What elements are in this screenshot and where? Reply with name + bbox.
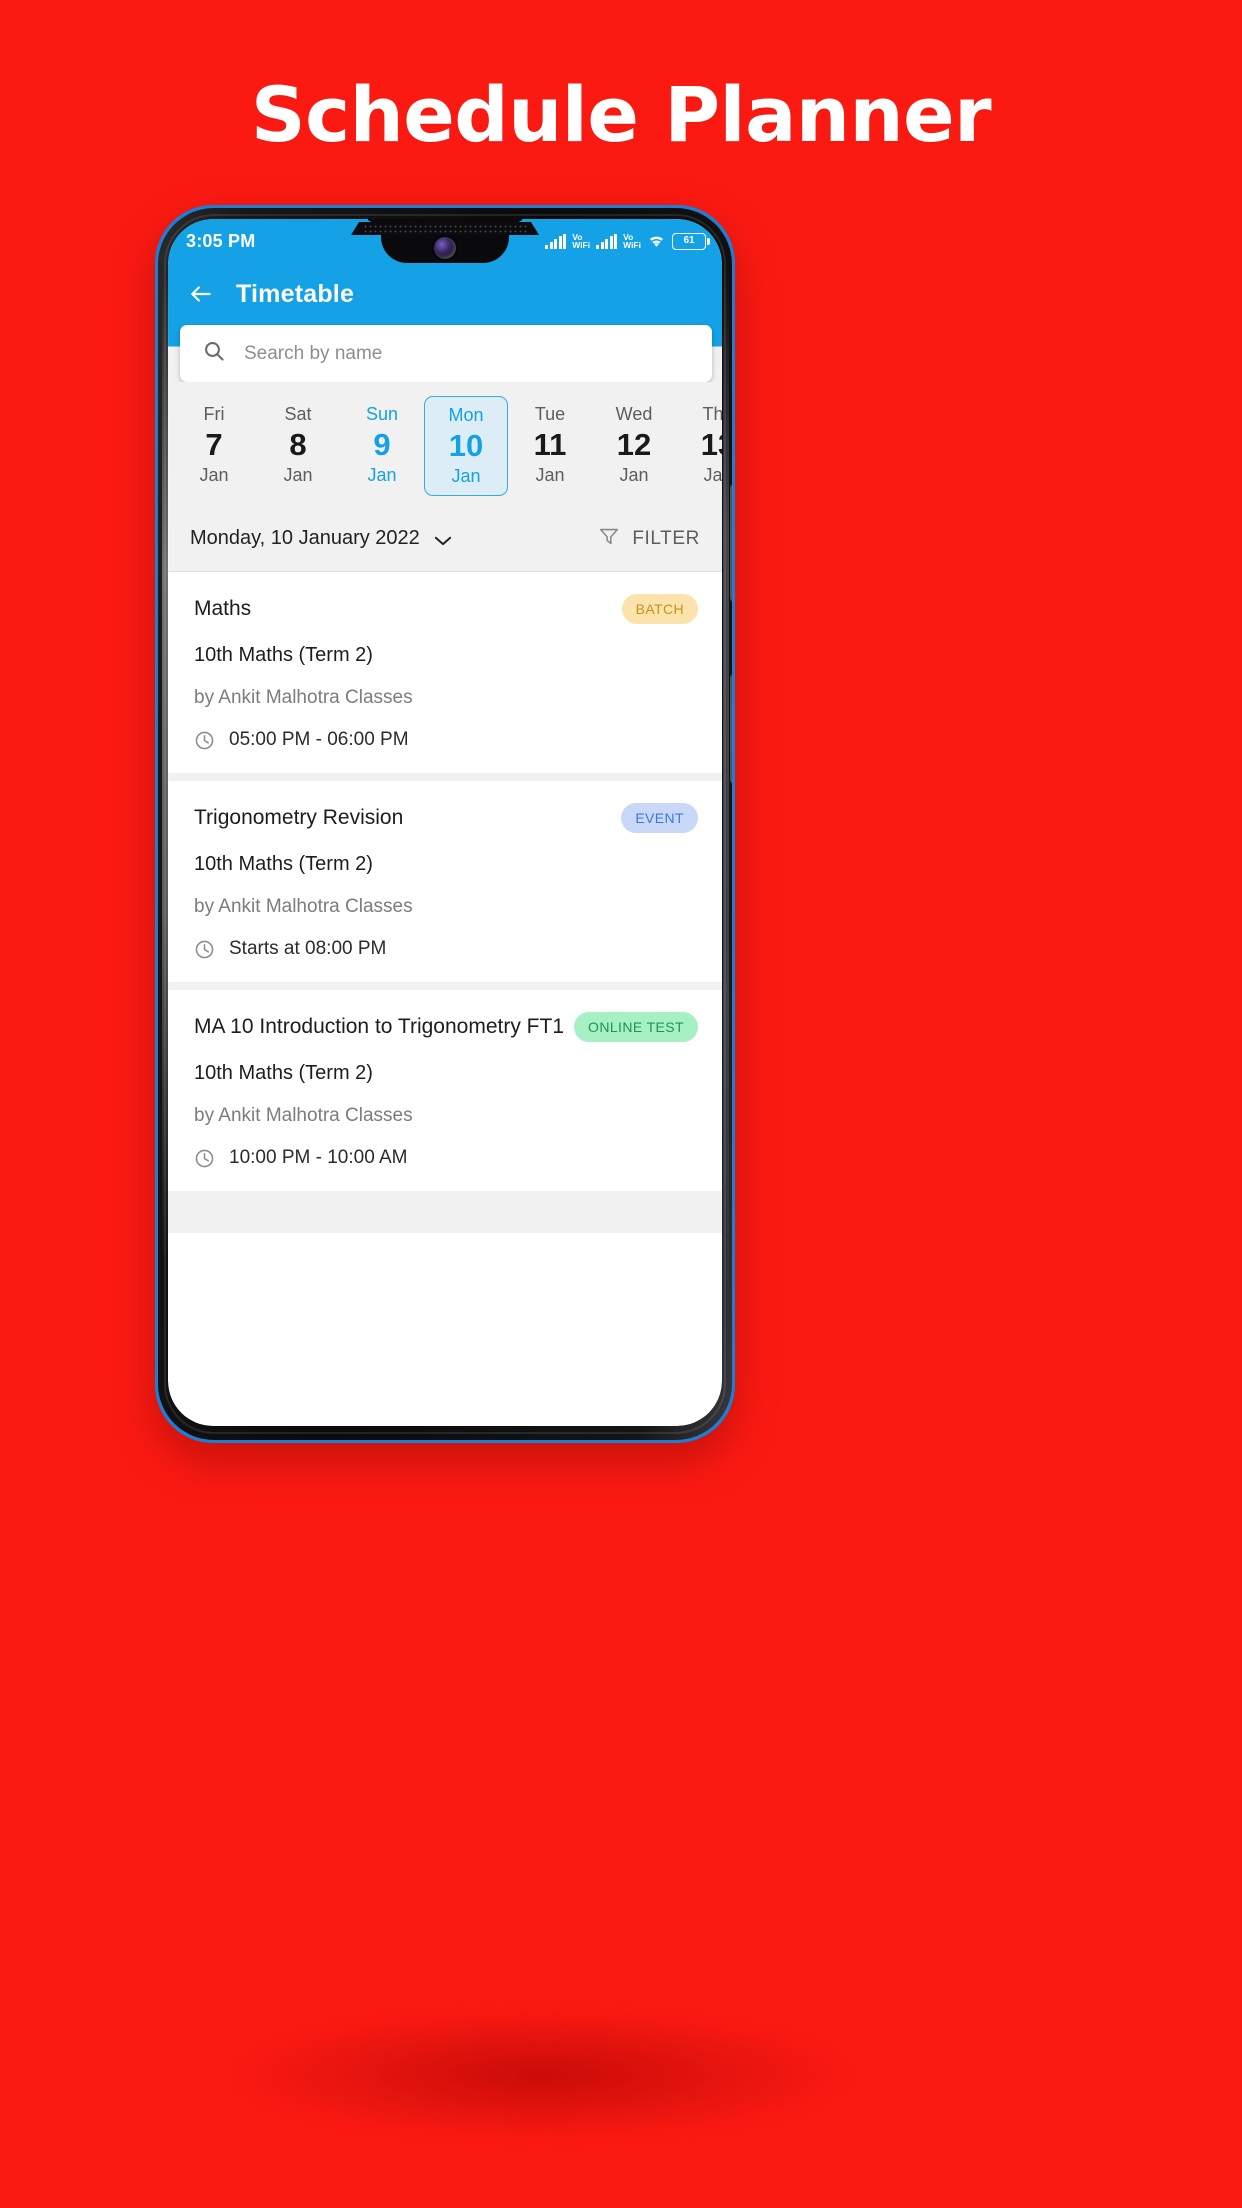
phone-screen: 3:05 PM Vo WiFi Vo WiFi 61 Timetable Sea… — [168, 219, 722, 1426]
date-cell-month: Jan — [703, 465, 722, 485]
search-icon — [202, 339, 226, 368]
date-cell-1[interactable]: Sat 8 Jan — [256, 396, 340, 496]
card-header: MA 10 Introduction to Trigonometry FT1 O… — [194, 1012, 698, 1042]
date-cell-4[interactable]: Tue 11 Jan — [508, 396, 592, 496]
clock-icon — [194, 939, 215, 960]
date-cell-dow: Fri — [203, 404, 225, 424]
filter-button[interactable]: FILTER — [598, 525, 700, 552]
power-button[interactable] — [730, 674, 732, 784]
card-time-row: 05:00 PM - 06:00 PM — [194, 729, 698, 751]
date-cell-month: Jan — [283, 465, 313, 485]
date-cell-day: 7 — [205, 427, 223, 462]
funnel-icon — [598, 525, 620, 552]
date-cell-day: 12 — [616, 427, 652, 462]
selected-date-label: Monday, 10 January 2022 — [190, 527, 420, 549]
date-cell-day: 10 — [448, 428, 484, 463]
search-bar[interactable] — [180, 325, 712, 382]
card-title: MA 10 Introduction to Trigonometry FT1 — [194, 1015, 565, 1038]
date-cell-dow: Mon — [448, 405, 484, 425]
date-cell-2[interactable]: Sun 9 Jan — [340, 396, 424, 496]
wifi-icon — [647, 234, 666, 249]
signal-bars-icon-1 — [545, 233, 567, 249]
date-cell-0[interactable]: Fri 7 Jan — [172, 396, 256, 496]
date-cell-month: Jan — [199, 465, 229, 485]
earpiece-speaker — [351, 222, 539, 235]
page-title: Schedule Planner — [250, 70, 992, 159]
phone-drop-shadow — [232, 2010, 852, 2140]
card-header: Trigonometry Revision EVENT — [194, 803, 698, 833]
status-icons: Vo WiFi Vo WiFi 61 — [545, 232, 710, 250]
app-viewport: 3:05 PM Vo WiFi Vo WiFi 61 Timetable Sea… — [168, 219, 722, 1426]
card-provider: by Ankit Malhotra Classes — [194, 896, 413, 917]
search-section — [168, 325, 722, 382]
card-subtitle: 10th Maths (Term 2) — [194, 1062, 373, 1084]
phone-mockup: 3:05 PM Vo WiFi Vo WiFi 61 Timetable Sea… — [155, 205, 735, 1443]
card-time-label: 05:00 PM - 06:00 PM — [229, 729, 409, 750]
date-cell-day: 13 — [700, 427, 722, 462]
date-cell-day: 9 — [373, 427, 391, 462]
date-cell-month: Jan — [619, 465, 649, 485]
signal-bars-icon-2 — [596, 233, 618, 249]
schedule-list: Maths BATCH 10th Maths (Term 2) by Ankit… — [168, 572, 722, 1259]
date-cell-day: 11 — [533, 427, 567, 462]
phone-body: 3:05 PM Vo WiFi Vo WiFi 61 Timetable Sea… — [158, 208, 732, 1440]
gesture-bar-area — [168, 1233, 722, 1259]
back-arrow-icon[interactable] — [188, 281, 214, 307]
date-cell-day: 8 — [289, 427, 307, 462]
poster-canvas: Schedule Planner 3:05 PM Vo WiFi Vo WiFi… — [0, 0, 1242, 2208]
date-cell-dow: Tue — [534, 404, 566, 424]
status-clock: 3:05 PM — [186, 230, 256, 251]
card-title: Trigonometry Revision — [194, 806, 404, 829]
filter-row: Monday, 10 January 2022 FILTER — [168, 506, 722, 572]
date-cell-dow: Wed — [615, 404, 653, 424]
date-cell-month: Jan — [451, 466, 481, 486]
card-header: Maths BATCH — [194, 594, 698, 624]
date-cell-3-selected[interactable]: Mon 10 Jan — [424, 396, 508, 496]
status-badge: ONLINE TEST — [574, 1012, 698, 1042]
card-provider: by Ankit Malhotra Classes — [194, 687, 413, 708]
schedule-card[interactable]: Trigonometry Revision EVENT 10th Maths (… — [168, 781, 722, 982]
card-provider: by Ankit Malhotra Classes — [194, 1105, 413, 1126]
card-time-label: 10:00 PM - 10:00 AM — [229, 1147, 408, 1168]
volte-icon-2: Vo WiFi — [623, 232, 641, 250]
list-bottom-spacer — [168, 1199, 722, 1233]
date-cell-5[interactable]: Wed 12 Jan — [592, 396, 676, 496]
battery-level-label: 61 — [683, 235, 695, 246]
volte-icon-1: Vo WiFi — [572, 232, 591, 250]
date-cell-month: Jan — [535, 465, 565, 485]
date-cell-dow: Sat — [284, 404, 312, 424]
filter-label: FILTER — [632, 527, 700, 549]
date-strip-section: Fri 7 Jan Sat 8 Jan Sun 9 Jan Mon 10 Jan… — [168, 382, 722, 506]
date-cell-6[interactable]: Thu 13 Jan — [676, 396, 722, 496]
volte-bottom-label-1: WiFi — [572, 240, 591, 250]
chevron-down-icon — [434, 533, 452, 546]
front-camera-icon — [434, 237, 456, 259]
schedule-card[interactable]: Maths BATCH 10th Maths (Term 2) by Ankit… — [168, 572, 722, 773]
date-strip[interactable]: Fri 7 Jan Sat 8 Jan Sun 9 Jan Mon 10 Jan… — [168, 396, 722, 496]
volume-button[interactable] — [730, 484, 732, 602]
date-cell-dow: Thu — [702, 404, 722, 424]
card-subtitle: 10th Maths (Term 2) — [194, 853, 373, 875]
status-badge: EVENT — [621, 803, 698, 833]
card-title: Maths — [194, 597, 252, 620]
card-time-row: Starts at 08:00 PM — [194, 938, 698, 960]
card-time-label: Starts at 08:00 PM — [229, 938, 387, 959]
app-bar-title: Timetable — [236, 279, 355, 308]
status-badge: BATCH — [621, 594, 698, 624]
card-time-row: 10:00 PM - 10:00 AM — [194, 1147, 698, 1169]
clock-icon — [194, 1148, 215, 1169]
date-cell-dow: Sun — [365, 404, 399, 424]
date-selector-dropdown[interactable]: Monday, 10 January 2022 — [190, 527, 452, 550]
frame-gloss-right — [723, 268, 729, 1318]
search-input[interactable] — [244, 342, 690, 365]
card-subtitle: 10th Maths (Term 2) — [194, 644, 373, 666]
battery-icon: 61 — [672, 232, 710, 250]
date-cell-month: Jan — [367, 465, 397, 485]
clock-icon — [194, 730, 215, 751]
app-bar: Timetable — [168, 263, 722, 325]
schedule-card[interactable]: MA 10 Introduction to Trigonometry FT1 O… — [168, 990, 722, 1191]
volte-bottom-label-2: WiFi — [623, 240, 641, 250]
